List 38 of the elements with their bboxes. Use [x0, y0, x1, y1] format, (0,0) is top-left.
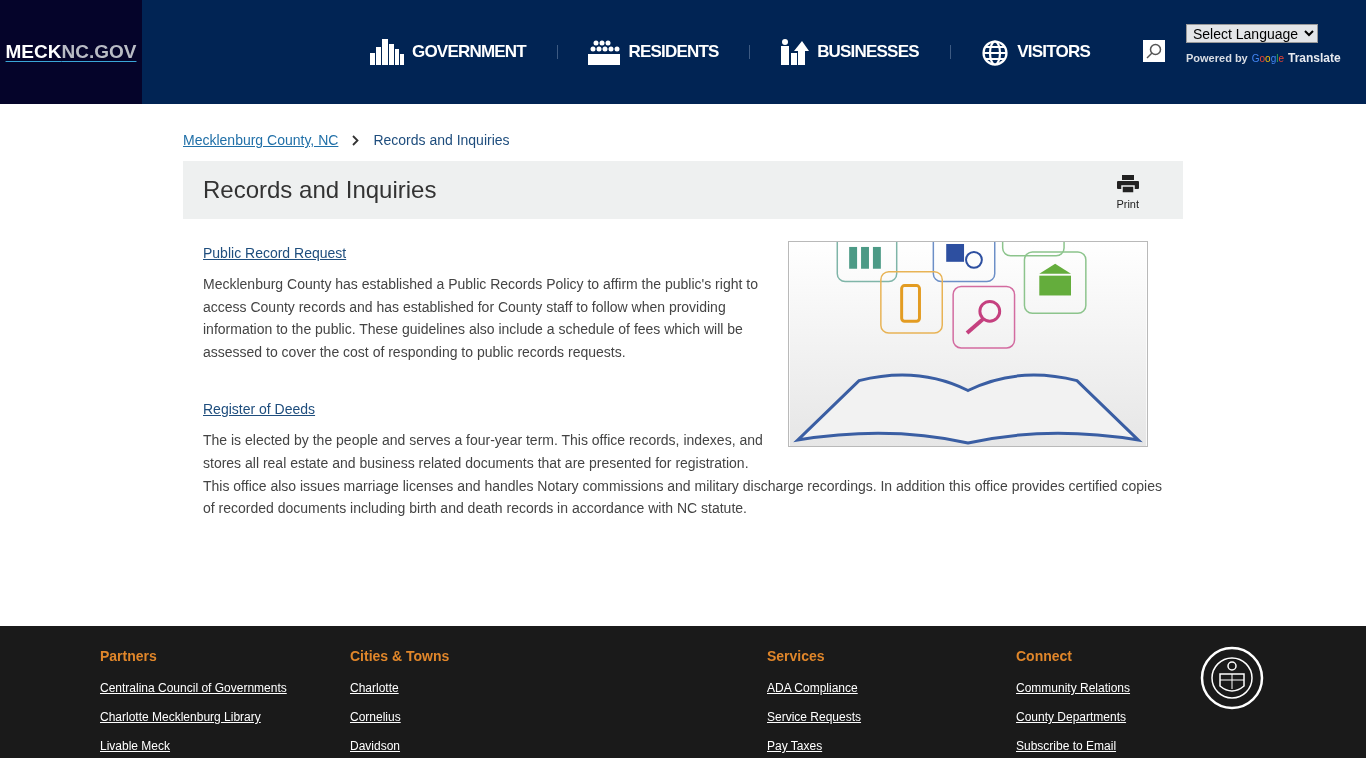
- nav-link[interactable]: GOVERNMENT: [370, 39, 526, 65]
- nav-link[interactable]: VISITORS: [981, 38, 1090, 66]
- breadcrumb-link[interactable]: Mecklenburg County, NC: [183, 130, 339, 151]
- powered-by-label: Powered by: [1186, 50, 1248, 66]
- crowd-icon: [588, 39, 621, 65]
- footer-link[interactable]: Livable Meck: [100, 737, 350, 755]
- footer-heading: Services: [767, 647, 826, 666]
- print-button[interactable]: Print: [1116, 175, 1139, 213]
- footer-link[interactable]: Pay Taxes: [767, 737, 1016, 755]
- footer-heading: Cities & Towns: [350, 647, 451, 666]
- chevron-icon: [352, 135, 360, 146]
- google-logo: Google: [1251, 51, 1284, 66]
- footer-link[interactable]: Centralina Council of Governments: [100, 679, 350, 697]
- footer-link[interactable]: County Departments: [1016, 708, 1200, 726]
- footer-link[interactable]: Service Requests: [767, 708, 1016, 726]
- breadcrumb-current: Records and Inquiries: [373, 131, 510, 150]
- footer-link[interactable]: Charlotte: [350, 679, 767, 697]
- page-title: Records and Inquiries: [203, 175, 437, 205]
- footer-heading: Partners: [100, 647, 158, 666]
- footer-link[interactable]: Davidson: [350, 737, 767, 755]
- search-button[interactable]: [1143, 40, 1165, 62]
- county-seal-icon: [1200, 646, 1264, 710]
- footer-link[interactable]: ADA Compliance: [767, 679, 1016, 697]
- section-link[interactable]: Public Record Request: [203, 243, 347, 264]
- section-text: The is elected by the people and serves a four-year term. This office records, indexes, and stores all real estate and business related documents that are presented for registration. This office also issues marriage licenses and handles Notary commissions and military discharge recordings. In addition this office provides certified copies of recorded documents including birth and death records in accordance with NC statute.: [203, 431, 1163, 519]
- translate-link[interactable]: Translate: [1288, 49, 1341, 67]
- section-link[interactable]: Register of Deeds: [203, 399, 316, 421]
- language-select[interactable]: Select Language: [1186, 24, 1318, 43]
- footer-link[interactable]: Cornelius: [350, 708, 767, 726]
- section-text: Mecklenburg County has established a Public Records Policy to affirm the public's right to access County records and has established for County staff to follow when providing information to the public. These guidelines also include a schedule of fees which will be assessed to cover the cost of responding to public records requests.: [203, 275, 759, 362]
- nav-link[interactable]: RESIDENTS: [588, 39, 719, 65]
- footer-link[interactable]: Subscribe to Email: [1016, 737, 1200, 755]
- footer-heading: Connect: [1016, 647, 1073, 666]
- building-group-icon: [370, 39, 404, 65]
- footer-link[interactable]: Community Relations: [1016, 679, 1200, 697]
- nav-link[interactable]: BUSINESSES: [781, 39, 919, 65]
- footer-link[interactable]: Charlotte Mecklenburg Library: [100, 708, 350, 726]
- person-growth-icon: [781, 39, 810, 65]
